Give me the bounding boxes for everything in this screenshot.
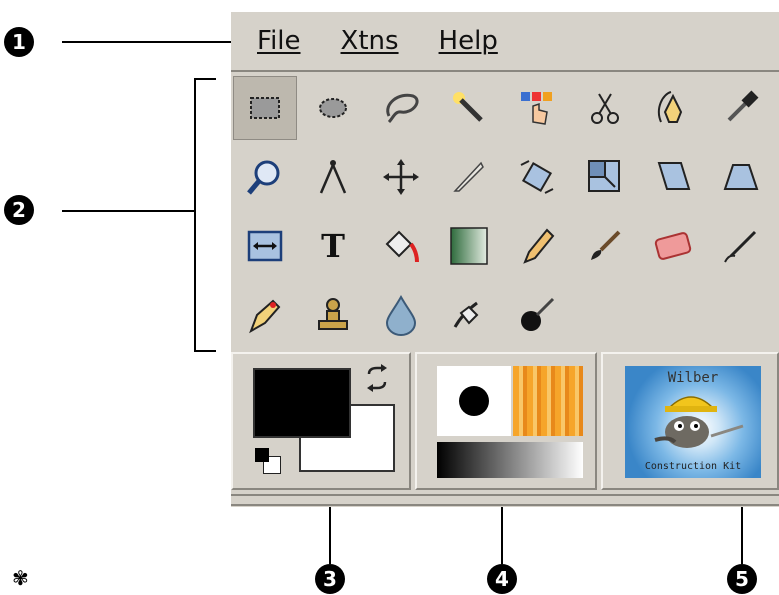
ellipse-select-icon: [319, 98, 347, 118]
perspective-icon: [723, 164, 759, 190]
ellipse-select-tool[interactable]: [301, 76, 365, 140]
color-select-icon: [521, 92, 552, 125]
menubar: File Xtns Help: [231, 12, 779, 72]
indicator-panels: Wilber Construction Kit: [231, 352, 779, 492]
blur-tool[interactable]: [369, 283, 433, 347]
eraser-icon: [654, 232, 692, 260]
bucket-fill-tool[interactable]: [369, 214, 433, 278]
smudge-icon: [453, 301, 479, 328]
text-icon: T: [321, 227, 345, 265]
brush-pattern-gradient-area: [415, 352, 597, 490]
fuzzy-select-icon: [453, 92, 483, 122]
paths-tool[interactable]: [641, 76, 705, 140]
airbrush-icon: [724, 230, 757, 263]
callout-2-bracket-bottom: [194, 350, 216, 352]
callout-3: 3: [315, 564, 345, 594]
corner-glyph: ✾: [12, 566, 29, 590]
callout-5: 5: [727, 564, 757, 594]
color-picker-icon: [727, 90, 759, 122]
menu-help[interactable]: Help: [439, 26, 498, 56]
text-tool[interactable]: T: [301, 214, 365, 278]
move-tool[interactable]: [369, 145, 433, 209]
measure-icon: [319, 160, 347, 194]
blend-tool[interactable]: [437, 214, 501, 278]
shear-tool[interactable]: [641, 145, 705, 209]
color-area: [231, 352, 411, 490]
bucket-fill-icon: [385, 230, 419, 263]
foreground-color-swatch[interactable]: [253, 368, 351, 438]
image-bottom-text: Construction Kit: [644, 461, 742, 472]
rect-select-tool[interactable]: [233, 76, 297, 140]
callout-1-leader: [62, 41, 258, 43]
paintbrush-tool[interactable]: [573, 214, 637, 278]
zoom-tool[interactable]: [233, 145, 297, 209]
dodge-burn-icon: [521, 297, 555, 331]
scale-icon: [588, 160, 620, 192]
active-image-area: Wilber Construction Kit: [601, 352, 779, 490]
zoom-icon: [247, 160, 280, 195]
rect-select-icon: [250, 97, 280, 119]
callout-2-bracket-top: [194, 78, 216, 80]
callout-2-leader: [62, 210, 194, 212]
free-select-icon: [386, 93, 419, 124]
shear-icon: [657, 162, 691, 190]
clone-icon: [318, 298, 348, 330]
ink-tool[interactable]: [233, 283, 297, 347]
paintbrush-icon: [591, 230, 621, 260]
color-select-tool[interactable]: [505, 76, 569, 140]
gradient-preview[interactable]: [437, 442, 583, 478]
scissors-icon: [591, 93, 619, 124]
perspective-tool[interactable]: [709, 145, 773, 209]
scissors-tool[interactable]: [573, 76, 637, 140]
menu-file[interactable]: File: [257, 26, 301, 56]
callout-2-bracket: [194, 78, 196, 352]
free-select-tool[interactable]: [369, 76, 433, 140]
clone-tool[interactable]: [301, 283, 365, 347]
pattern-preview[interactable]: [513, 366, 583, 436]
default-colors-icon[interactable]: [255, 448, 283, 476]
menu-xtns[interactable]: Xtns: [341, 26, 399, 56]
paths-icon: [657, 91, 683, 123]
eraser-tool[interactable]: [641, 214, 705, 278]
blur-icon: [385, 294, 417, 336]
toolbox-window: File Xtns Help T Wilber Construction Kit: [231, 12, 779, 507]
smudge-tool[interactable]: [437, 283, 501, 347]
callout-2: 2: [4, 195, 34, 225]
callout-1: 1: [4, 27, 34, 57]
swap-colors-icon[interactable]: [363, 364, 391, 392]
flip-icon: [247, 230, 283, 262]
pencil-icon: [523, 228, 555, 264]
rotate-tool[interactable]: [505, 145, 569, 209]
move-icon: [383, 159, 419, 195]
ink-icon: [249, 299, 281, 334]
crop-icon: [453, 161, 484, 192]
active-image-thumbnail[interactable]: Wilber Construction Kit: [625, 366, 761, 478]
flip-tool[interactable]: [233, 214, 297, 278]
color-picker-tool[interactable]: [709, 76, 773, 140]
tool-grid: T: [231, 74, 779, 350]
dodge-burn-tool[interactable]: [505, 283, 569, 347]
brush-preview[interactable]: [437, 366, 511, 436]
measure-tool[interactable]: [301, 145, 365, 209]
fuzzy-select-tool[interactable]: [437, 76, 501, 140]
crop-tool[interactable]: [437, 145, 501, 209]
pencil-tool[interactable]: [505, 214, 569, 278]
toolbox-bottom-bar: [231, 494, 779, 506]
scale-tool[interactable]: [573, 145, 637, 209]
airbrush-tool[interactable]: [709, 214, 773, 278]
blend-icon: [450, 227, 488, 265]
rotate-icon: [520, 160, 554, 194]
callout-4: 4: [487, 564, 517, 594]
